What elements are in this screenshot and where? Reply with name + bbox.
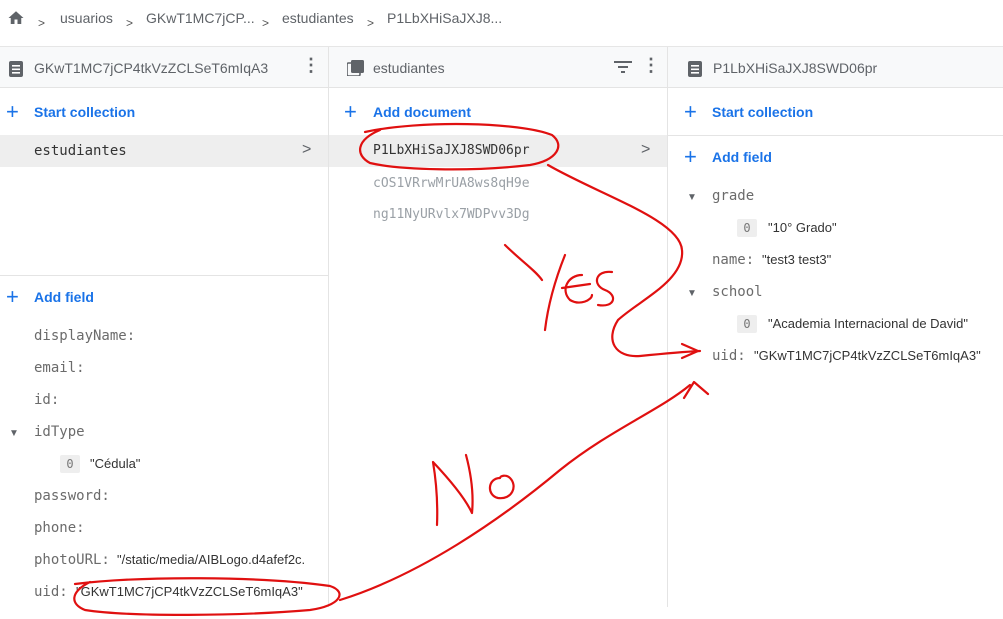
col1-header: GKwT1MC7jCP4tkVzZCLSeT6mIqA3 ⋮ [0,47,328,88]
chevron-right-icon: > [367,16,375,30]
collection-icon [347,60,364,76]
document-item[interactable]: ng11NyURvlx7WDPvv3Dg [373,207,530,222]
field-key-name[interactable]: name: [712,252,754,268]
col2-title: estudiantes [373,60,445,76]
col3-header: P1LbXHiSaJXJ8SWD06pr [668,47,1003,88]
field-value-uid: "GKwT1MC7jCP4tkVzZCLSeT6mIqA3" [76,584,303,599]
start-collection-button[interactable]: Start collection [712,104,813,120]
chevron-right-icon: > [126,16,134,30]
breadcrumb-estudiantes[interactable]: estudiantes [282,10,354,26]
col2-header: estudiantes ⋮ [329,47,667,88]
add-icon: + [684,99,697,124]
field-value-photoURL: "/static/media/AIBLogo.d4afef2c. [117,552,306,567]
add-field-button[interactable]: Add field [712,149,772,165]
breadcrumb-usuarios[interactable]: usuarios [60,10,113,26]
breadcrumb-student-doc[interactable]: P1LbXHiSaJXJ8... [387,10,502,26]
field-key-uid[interactable]: uid: [712,348,746,364]
add-document-button[interactable]: Add document [373,104,471,120]
start-collection-button[interactable]: Start collection [34,104,135,120]
field-key-email[interactable]: email: [34,360,85,376]
more-vert-icon[interactable]: ⋮ [302,55,320,76]
field-key-idType[interactable]: idType [34,424,85,440]
field-value-idType: "Cédula" [90,456,141,471]
array-index-badge: 0 [60,455,80,473]
annotation-yes-s [595,270,615,307]
field-value-grade: "10° Grado" [768,220,837,235]
more-vert-icon[interactable]: ⋮ [642,55,660,76]
column-divider [328,47,329,607]
col3-title: P1LbXHiSaJXJ8SWD06pr [713,60,878,76]
section-divider [668,135,1003,136]
annotation-arrowhead-yes [680,342,700,360]
add-icon: + [344,99,357,124]
document-icon [688,61,702,77]
filter-icon[interactable] [614,60,632,74]
document-icon [9,61,23,77]
document-item[interactable]: cOS1VRrwMrUA8ws8qH9e [373,176,530,191]
handwritten-annotations [73,122,710,616]
field-key-school[interactable]: school [712,284,763,300]
add-icon: + [6,99,19,124]
chevron-right-icon: > [302,141,312,158]
annotation-no-n [431,453,474,527]
field-key-photoURL[interactable]: photoURL: [34,552,110,568]
home-icon[interactable] [7,9,25,27]
field-key-uid[interactable]: uid: [34,584,68,600]
section-divider [0,275,328,276]
add-icon: + [6,284,19,309]
chevron-right-icon: > [38,16,46,30]
caret-down-icon[interactable]: ▼ [9,428,19,439]
field-value-school: "Academia Internacional de David" [768,316,969,331]
annotation-yes-y [503,243,567,332]
collection-item-label: estudiantes [34,143,127,159]
breadcrumb-user-doc[interactable]: GKwT1MC7jCP... [146,10,255,26]
field-key-grade[interactable]: grade [712,188,754,204]
annotation-arrowhead-no [682,380,710,400]
array-index-badge: 0 [737,315,757,333]
chevron-right-icon: > [641,141,651,158]
array-index-badge: 0 [737,219,757,237]
col1-title: GKwT1MC7jCP4tkVzZCLSeT6mIqA3 [34,60,269,76]
caret-down-icon[interactable]: ▼ [687,192,697,203]
field-key-password[interactable]: password: [34,488,110,504]
annotation-yes-e [560,273,594,304]
add-field-button[interactable]: Add field [34,289,94,305]
caret-down-icon[interactable]: ▼ [687,288,697,299]
annotation-no-o [488,474,515,500]
annotation-arrow-yes [546,163,702,358]
field-key-id[interactable]: id: [34,392,59,408]
field-key-displayName[interactable]: displayName: [34,328,135,344]
field-value-name: "test3 test3" [762,252,832,267]
add-icon: + [684,144,697,169]
document-item-label: P1LbXHiSaJXJ8SWD06pr [373,143,530,158]
field-value-uid: "GKwT1MC7jCP4tkVzZCLSeT6mIqA3" [754,348,981,363]
annotation-arrow-no [338,383,692,602]
field-key-phone[interactable]: phone: [34,520,85,536]
column-divider [667,47,668,607]
chevron-right-icon: > [262,16,270,30]
breadcrumb: > usuarios > GKwT1MC7jCP... > estudiante… [0,0,1003,47]
